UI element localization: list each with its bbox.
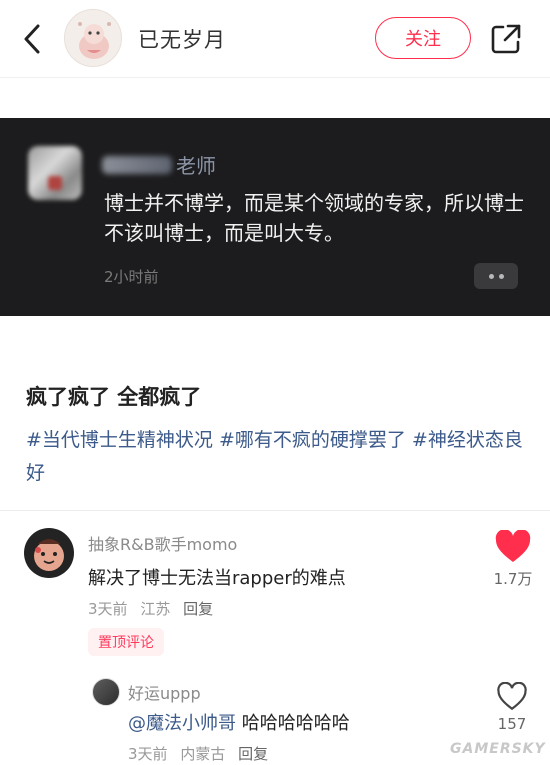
reply-body: 哈哈哈哈哈哈	[236, 713, 350, 734]
comment-location: 江苏	[140, 600, 171, 618]
watermark: GAMERSKY	[450, 741, 546, 757]
card-text: 博士并不博学，而是某个领域的专家，所以博士不该叫博士，而是叫大专。	[104, 191, 524, 245]
replier-name[interactable]: 好运uppp	[128, 680, 201, 704]
reply-reply-button[interactable]: 回复	[238, 745, 268, 763]
post-hashtags[interactable]: #当代博士生精神状况 #哪有不疯的硬撑罢了 #神经状态良好	[26, 424, 536, 490]
reply-like-count: 157	[497, 715, 527, 733]
blurred-name	[102, 156, 172, 174]
author-avatar[interactable]	[64, 9, 122, 67]
replier-avatar[interactable]	[92, 678, 120, 706]
comment-like-count: 1.7万	[493, 570, 533, 588]
more-dots-icon	[474, 263, 518, 289]
reply-mention[interactable]: @魔法小帅哥	[128, 713, 236, 734]
comment-time: 3天前	[88, 600, 128, 618]
comment-meta: 3天前 江苏 回复	[88, 598, 221, 619]
post-title: 疯了疯了 全都疯了	[26, 385, 202, 409]
heart-icon[interactable]	[494, 529, 532, 564]
reply-text: @魔法小帅哥 哈哈哈哈哈哈	[128, 709, 350, 735]
share-icon[interactable]	[489, 22, 523, 56]
comment-reply-button[interactable]: 回复	[183, 600, 213, 618]
back-icon[interactable]	[18, 22, 48, 56]
card-name-suffix: 老师	[176, 154, 216, 178]
comment-text: 解决了博士无法当rapper的难点	[88, 568, 346, 589]
card-time: 2小时前	[104, 268, 159, 286]
reply-time: 3天前	[128, 745, 168, 763]
top-bar: 已无岁月 关注	[0, 0, 550, 78]
reply-meta: 3天前 内蒙古 回复	[128, 743, 276, 764]
author-name[interactable]: 已无岁月	[138, 24, 226, 54]
reply-location: 内蒙古	[180, 745, 226, 763]
blurred-avatar	[28, 146, 82, 200]
post-image-card[interactable]: 老师 博士并不博学，而是某个领域的专家，所以博士不该叫博士，而是叫大专。 2小时…	[0, 118, 550, 316]
follow-button[interactable]: 关注	[375, 17, 471, 59]
commenter-name[interactable]: 抽象R&B歌手momo	[88, 531, 237, 555]
pinned-comment-badge: 置顶评论	[88, 628, 164, 656]
commenter-avatar[interactable]	[24, 528, 74, 578]
divider	[0, 510, 550, 511]
heart-outline-icon[interactable]	[496, 681, 528, 712]
